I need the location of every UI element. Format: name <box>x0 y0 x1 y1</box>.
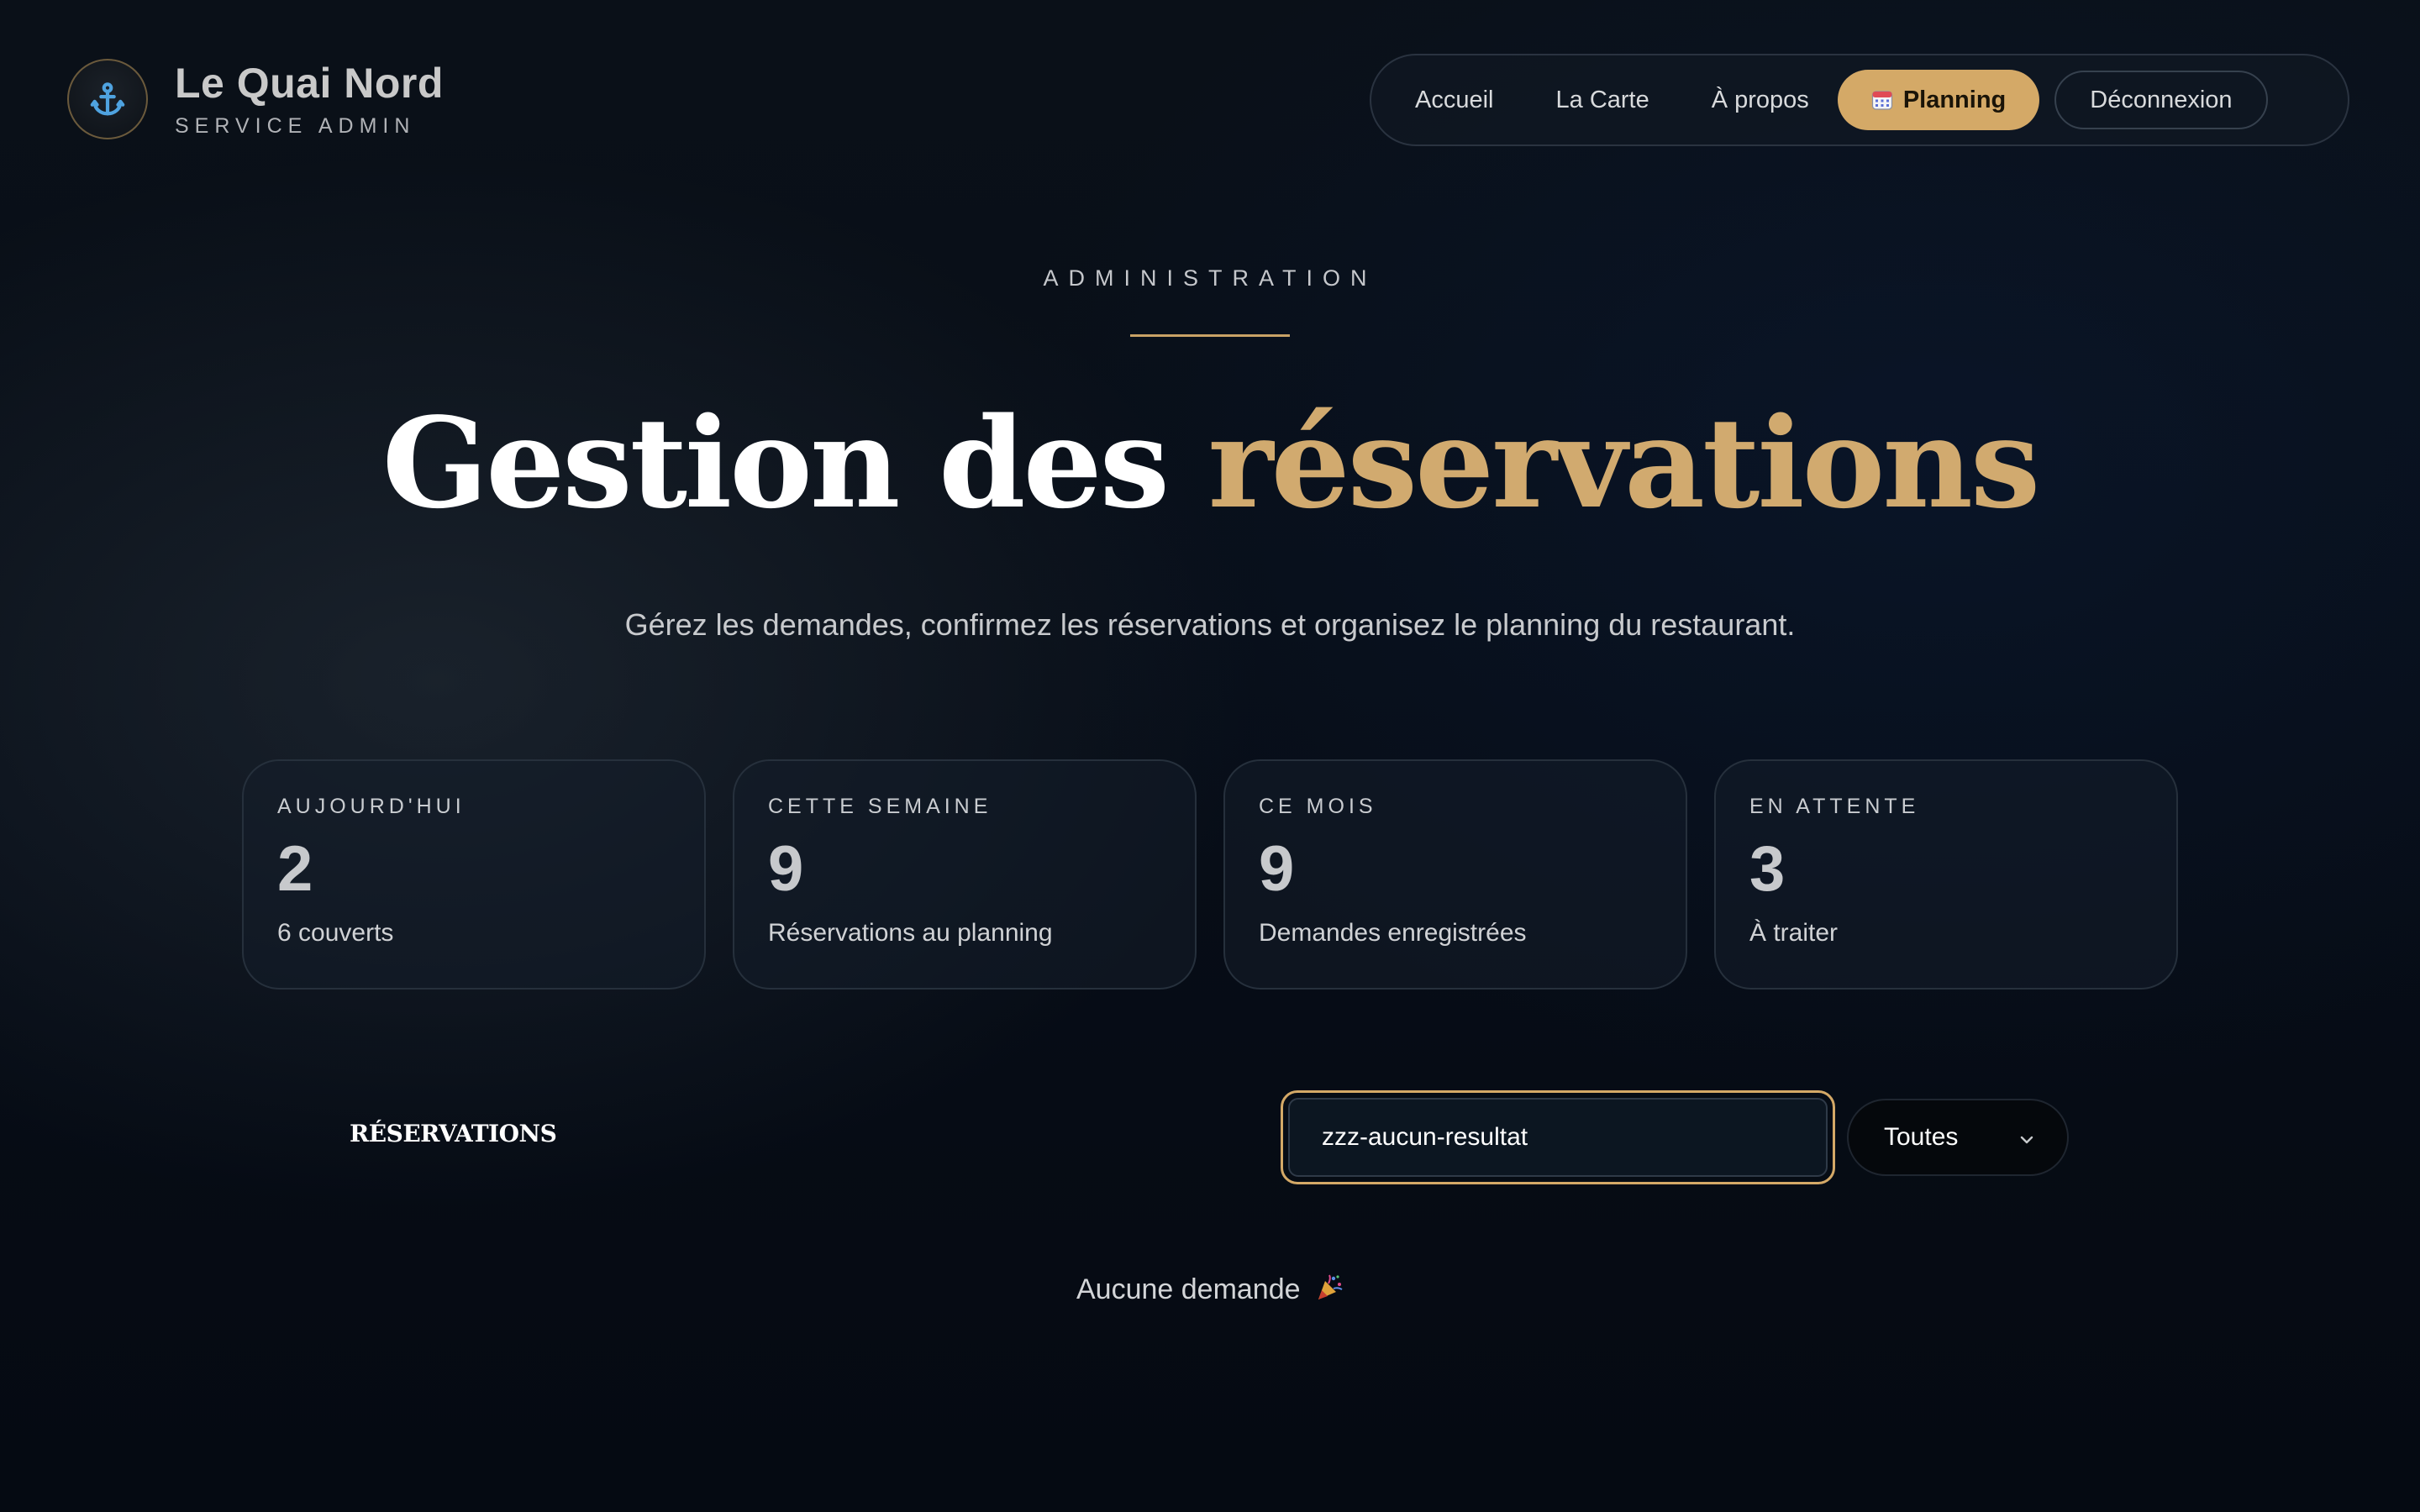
stat-value: 3 <box>1749 833 1786 905</box>
nav-item-planning[interactable]: Planning <box>1837 70 2040 130</box>
empty-state-text: Aucune demande <box>1076 1273 1301 1305</box>
status-filter-select[interactable]: Toutes <box>1847 1099 2069 1176</box>
stat-card-pending: EN ATTENTE 3 À traiter <box>1714 759 2178 990</box>
brand-subtitle: SERVICE ADMIN <box>175 113 416 138</box>
stat-card-month: CE MOIS 9 Demandes enregistrées <box>1223 759 1687 990</box>
chevron-down-icon <box>2018 1123 2035 1152</box>
calendar-icon <box>1871 89 1893 111</box>
stat-card-week: CETTE SEMAINE 9 Réservations au planning <box>733 759 1197 990</box>
stat-desc: Demandes enregistrées <box>1259 919 1527 947</box>
stat-label: CETTE SEMAINE <box>768 795 992 818</box>
page-title-accent: réservations <box>1207 390 2041 536</box>
page-eyebrow: ADMINISTRATION <box>1043 265 1377 291</box>
stat-label: AUJOURD'HUI <box>277 795 466 818</box>
brand-name: Le Quai Nord <box>175 59 444 107</box>
nav-item-la-carte[interactable]: La Carte <box>1533 70 1673 130</box>
reservations-heading: RÉSERVATIONS <box>350 1120 557 1147</box>
nav-item-planning-label: Planning <box>1902 86 2007 113</box>
stat-label: EN ATTENTE <box>1749 795 1920 818</box>
status-filter-value: Toutes <box>1884 1123 1959 1151</box>
logout-button[interactable]: Déconnexion <box>2054 71 2268 129</box>
stats-row: AUJOURD'HUI 2 6 couverts CETTE SEMAINE 9… <box>242 759 2178 990</box>
anchor-icon <box>67 59 148 139</box>
stat-desc: Réservations au planning <box>768 919 1053 947</box>
stat-value: 9 <box>768 833 804 905</box>
brand[interactable]: Le Quai Nord SERVICE ADMIN <box>67 59 444 139</box>
page-subtitle: Gérez les demandes, confirmez les réserv… <box>624 607 1796 642</box>
main-nav: Accueil La Carte À propos Planning Décon… <box>1370 54 2349 146</box>
search-focus-ring <box>1281 1090 1835 1184</box>
empty-state: Aucune demande <box>0 1273 2420 1307</box>
stat-label: CE MOIS <box>1259 795 1377 818</box>
party-popper-icon <box>1315 1273 1344 1302</box>
nav-item-accueil[interactable]: Accueil <box>1392 70 1518 130</box>
page-title-main: Gestion des <box>381 390 1208 536</box>
stat-value: 9 <box>1259 833 1295 905</box>
nav-item-a-propos[interactable]: À propos <box>1688 70 1833 130</box>
stat-value: 2 <box>277 833 313 905</box>
eyebrow-divider <box>1130 334 1290 337</box>
stat-desc: 6 couverts <box>277 919 394 947</box>
brand-text: Le Quai Nord SERVICE ADMIN <box>175 62 444 137</box>
stat-card-today: AUJOURD'HUI 2 6 couverts <box>242 759 706 990</box>
search-input[interactable] <box>1288 1098 1828 1177</box>
stat-desc: À traiter <box>1749 919 1839 947</box>
page-title: Gestion des réservations <box>0 395 2420 532</box>
